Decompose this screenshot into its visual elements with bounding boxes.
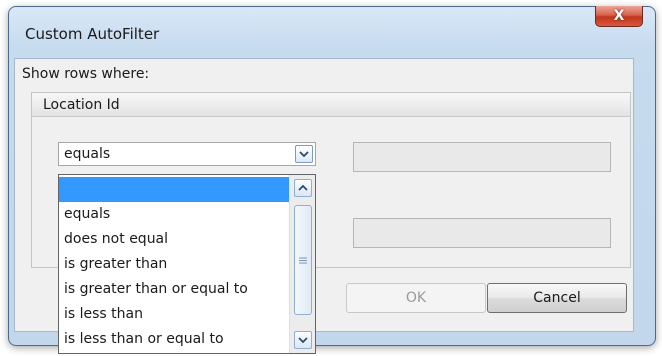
chevron-down-icon [298,337,308,344]
dialog-title: Custom AutoFilter [25,25,160,43]
column-name-label: Location Id [43,97,120,113]
ok-button[interactable]: OK [346,283,486,313]
chevron-up-icon [298,184,308,191]
combo-dropdown-button[interactable] [295,145,313,163]
dropdown-option-less-than[interactable]: is less than [59,302,289,327]
operator-combobox[interactable]: equals [58,142,316,166]
close-icon: X [613,8,625,24]
dropdown-option-does-not-equal[interactable]: does not equal [59,227,289,252]
value-input-1[interactable] [353,142,611,172]
dropdown-option-blank[interactable] [59,177,289,202]
scroll-up-button[interactable] [294,179,312,197]
grip-icon [299,257,307,263]
close-button[interactable]: X [595,6,643,27]
dropdown-option-greater-than[interactable]: is greater than [59,252,289,277]
show-rows-label: Show rows where: [22,66,150,82]
cancel-button[interactable]: Cancel [487,283,627,313]
operator-selected-value: equals [64,146,111,162]
scroll-down-button[interactable] [294,331,312,349]
operator-dropdown-list[interactable]: equals does not equal is greater than is… [58,174,316,354]
dropdown-option-less-or-equal[interactable]: is less than or equal to [59,327,289,352]
value-input-2[interactable] [353,218,611,248]
scroll-thumb[interactable] [294,205,312,315]
chevron-down-icon [299,151,309,158]
dropdown-option-greater-or-equal[interactable]: is greater than or equal to [59,277,289,302]
dropdown-scrollbar[interactable] [289,175,315,353]
column-header: Location Id [32,93,630,117]
dropdown-option-equals[interactable]: equals [59,202,289,227]
